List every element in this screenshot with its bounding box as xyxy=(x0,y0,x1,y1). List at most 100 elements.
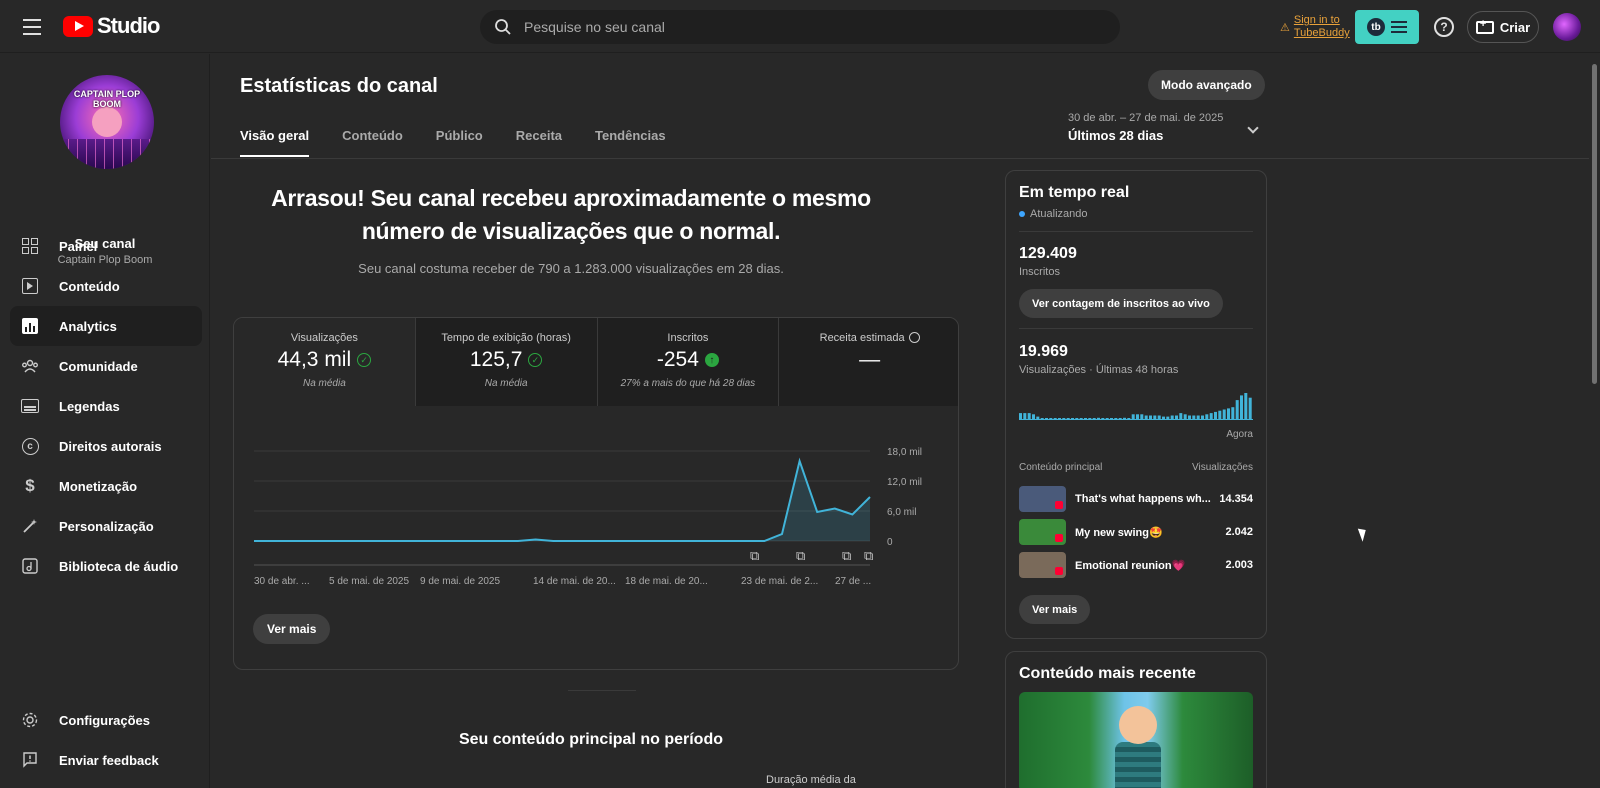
y-tick-label: 12,0 mil xyxy=(887,477,922,488)
realtime-bar xyxy=(1244,393,1248,419)
insight-subline: Seu canal costuma receber de 790 a 1.283… xyxy=(358,261,784,276)
kpi-label: Inscritos xyxy=(667,332,709,344)
realtime-bar xyxy=(1045,418,1048,419)
x-tick-label: 30 de abr. ... xyxy=(254,576,310,587)
realtime-bar xyxy=(1027,413,1031,419)
tab-tendencias[interactable]: Tendências xyxy=(595,128,666,157)
scrollbar-thumb[interactable] xyxy=(1592,64,1597,384)
check-icon: ✓ xyxy=(528,353,543,367)
realtime-title: Em tempo real xyxy=(1019,184,1130,201)
sidebar-item-configuracoes[interactable]: Configurações xyxy=(10,700,202,740)
realtime-bar xyxy=(1201,415,1204,419)
period-selector[interactable]: 30 de abr. – 27 de mai. de 2025 Últimos … xyxy=(1068,112,1263,148)
shorts-marker-icon: ⧉ xyxy=(750,549,759,564)
x-tick-label: 18 de mai. de 20... xyxy=(625,576,708,587)
tab-publico[interactable]: Público xyxy=(436,128,483,157)
create-button[interactable]: Criar xyxy=(1467,11,1539,43)
subtitles-icon xyxy=(21,399,39,413)
realtime-bar xyxy=(1136,414,1139,419)
realtime-bar xyxy=(1066,418,1070,419)
sidebar-item-label: Conteúdo xyxy=(59,278,120,294)
latest-content-title: Conteúdo mais recente xyxy=(1019,665,1196,682)
kpi-note: 27% a mais do que há 28 dias xyxy=(620,378,756,389)
top-content-header: Conteúdo principal xyxy=(1019,462,1103,473)
realtime-bar xyxy=(1079,418,1083,419)
sidebar-item-personalizacao[interactable]: Personalização xyxy=(10,506,202,546)
tab-visao-geral[interactable]: Visão geral xyxy=(240,128,310,157)
sidebar-item-painel[interactable]: Painel xyxy=(10,226,202,266)
kpi-watch-time[interactable]: Tempo de exibição (horas) 125,7 ✓ Na médi… xyxy=(415,318,598,406)
realtime-bar xyxy=(1188,415,1191,419)
sidebar-item-direitos-autorais[interactable]: c Direitos autorais xyxy=(10,426,202,466)
tubebuddy-menu-button[interactable]: tb xyxy=(1355,10,1419,44)
tubebuddy-signin-link[interactable]: ⚠ Sign in to TubeBuddy xyxy=(1280,14,1350,40)
sidebar-item-label: Painel xyxy=(59,238,98,254)
scrollbar[interactable] xyxy=(1589,54,1600,788)
tabs-divider xyxy=(211,158,1589,159)
channel-avatar[interactable]: CAPTAIN PLOP BOOM xyxy=(60,75,154,169)
sidebar-item-monetizacao[interactable]: $ Monetização xyxy=(10,466,202,506)
realtime-bar xyxy=(1192,415,1196,419)
account-avatar[interactable] xyxy=(1553,13,1581,41)
tab-receita[interactable]: Receita xyxy=(516,128,562,157)
video-title: My new swing🤩 xyxy=(1075,526,1163,539)
top-content-row[interactable]: That's what happens wh... 14.354 xyxy=(1019,486,1253,512)
sidebar-item-label: Comunidade xyxy=(59,358,138,374)
search-icon xyxy=(495,19,511,35)
page-title: Estatísticas do canal xyxy=(240,75,438,97)
realtime-subs-label: Inscritos xyxy=(1019,266,1060,278)
realtime-bar xyxy=(1036,416,1040,419)
sidebar-item-label: Monetização xyxy=(59,478,138,494)
tubebuddy-signin-line2: TubeBuddy xyxy=(1293,27,1350,39)
tubebuddy-signin-line1: Sign in to xyxy=(1293,14,1340,26)
realtime-see-more-button[interactable]: Ver mais xyxy=(1019,595,1091,624)
sidebar-item-label: Legendas xyxy=(59,398,120,414)
views-header: Visualizações xyxy=(1192,462,1253,473)
youtube-play-icon xyxy=(63,15,93,37)
sidebar-item-legendas[interactable]: Legendas xyxy=(10,386,202,426)
kpi-subscribers[interactable]: Inscritos -254 ↑ 27% a mais do que há 28 … xyxy=(597,318,780,406)
sidebar-item-biblioteca-audio[interactable]: Biblioteca de áudio xyxy=(10,546,202,586)
realtime-bar xyxy=(1019,413,1022,419)
monetization-icon: $ xyxy=(25,476,35,495)
sidebar-item-enviar-feedback[interactable]: Enviar feedback xyxy=(10,740,202,780)
realtime-bar xyxy=(1144,415,1148,419)
menu-icon[interactable] xyxy=(20,17,44,37)
latest-content-card: Conteúdo mais recente xyxy=(1005,651,1267,788)
kpi-views[interactable]: Visualizações 44,3 mil ✓ Na média xyxy=(234,318,416,406)
sidebar-item-analytics[interactable]: Analytics xyxy=(10,306,202,346)
sidebar-item-conteudo[interactable]: Conteúdo xyxy=(10,266,202,306)
realtime-bar xyxy=(1040,418,1044,419)
top-content-row[interactable]: Emotional reunion💗 2.003 xyxy=(1019,552,1253,578)
help-icon[interactable]: ? xyxy=(1434,17,1454,37)
feedback-icon xyxy=(23,752,37,768)
latest-video-thumbnail[interactable] xyxy=(1019,692,1253,788)
y-tick-label: 6,0 mil xyxy=(887,507,916,518)
sidebar-item-label: Personalização xyxy=(59,518,154,534)
sidebar-item-comunidade[interactable]: Comunidade xyxy=(10,346,202,386)
realtime-bar xyxy=(1240,395,1243,419)
advanced-mode-button[interactable]: Modo avançado xyxy=(1148,70,1265,100)
realtime-bar-chart xyxy=(1019,393,1253,420)
tab-conteudo[interactable]: Conteúdo xyxy=(342,128,403,157)
avatar-grid-graphic xyxy=(60,139,154,169)
kpi-revenue[interactable]: Receita estimada — xyxy=(779,318,958,406)
search-input[interactable] xyxy=(524,19,1084,35)
sidebar-item-label: Analytics xyxy=(59,318,117,334)
search-bar[interactable] xyxy=(480,10,1120,44)
clock-icon xyxy=(908,332,920,343)
live-subs-count-button[interactable]: Ver contagem de inscritos ao vivo xyxy=(1019,289,1223,318)
see-more-button[interactable]: Ver mais xyxy=(253,614,331,644)
video-title: Emotional reunion💗 xyxy=(1075,559,1186,572)
shorts-marker-icon: ⧉ xyxy=(842,549,851,564)
video-thumbnail xyxy=(1019,486,1066,512)
x-tick-label: 14 de mai. de 20... xyxy=(533,576,616,587)
top-content-row[interactable]: My new swing🤩 2.042 xyxy=(1019,519,1253,545)
realtime-card: Em tempo real Atualizando 129.409 Inscri… xyxy=(1005,170,1267,639)
video-views: 2.042 xyxy=(1225,526,1253,538)
views-line xyxy=(254,457,871,542)
kpi-label: Receita estimada xyxy=(819,332,905,344)
realtime-bar xyxy=(1071,418,1074,419)
youtube-studio-logo[interactable]: Studio xyxy=(63,13,160,39)
realtime-bar xyxy=(1062,418,1066,419)
